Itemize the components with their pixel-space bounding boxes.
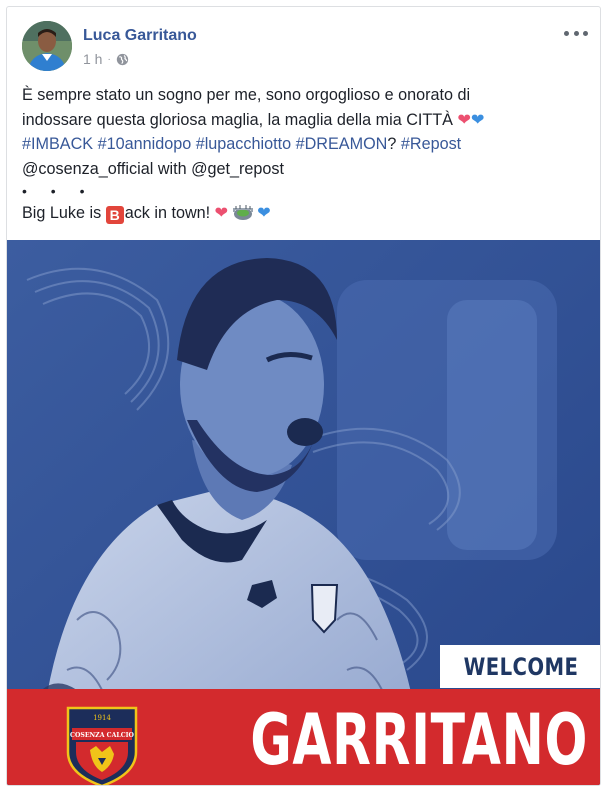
post-image[interactable]: WELCOME GARRITANO 1914 COSENZA CALCIO (7, 240, 600, 785)
dots-line: • • • (22, 183, 95, 199)
mention-line: @cosenza_official with @get_repost (22, 157, 587, 182)
big-luke-line: Big Luke is Back in town! ❤ ❤ (22, 201, 587, 226)
meta-separator: · (107, 53, 111, 65)
crest-year: 1914 (93, 714, 111, 722)
text-line-1: È sempre stato un sogno per me, sono org… (22, 86, 471, 104)
text-line: indossare questa gloriosa maglia, la mag… (22, 108, 587, 133)
post-header: Luca Garritano 1 h · (22, 21, 590, 71)
b-button-icon: B (105, 206, 124, 224)
hashtag-suffix: ? (387, 135, 397, 153)
text-line-2: indossare questa gloriosa maglia, la mag… (22, 110, 453, 129)
more-dot (573, 30, 579, 36)
crest-name: COSENZA CALCIO (70, 732, 135, 739)
welcome-banner: WELCOME (440, 645, 600, 688)
blue-heart-icon: ❤ (257, 204, 271, 222)
hashtag-link[interactable]: #DREAMON (296, 135, 388, 153)
avatar-photo (22, 21, 72, 71)
cosenza-calcio-crest: 1914 COSENZA CALCIO (66, 706, 138, 785)
more-options-button[interactable] (564, 25, 588, 41)
author-name[interactable]: Luca Garritano (83, 27, 197, 45)
post-meta: 1 h · (83, 51, 129, 67)
post-text: È sempre stato un sogno per me, sono org… (22, 83, 587, 226)
post-card: Luca Garritano 1 h · È sempre stato un s… (6, 6, 601, 786)
text-line: È sempre stato un sogno per me, sono org… (22, 83, 587, 108)
hashtag-link[interactable]: #IMBACK (22, 135, 93, 153)
repost-hashtag-link[interactable]: #Repost (401, 135, 461, 153)
mention-text: @cosenza_official with @get_repost (22, 159, 285, 178)
stadium-icon (232, 205, 253, 220)
big-luke-suffix: ack in town! (124, 204, 211, 222)
more-options-icon (564, 30, 569, 36)
hashtag-link[interactable]: #lupacchiotto (196, 135, 291, 153)
hashtag-line: #IMBACK #10annidopo #lupacchiotto #DREAM… (22, 132, 587, 157)
pink-heart-icon: ❤ (457, 110, 472, 129)
welcome-text: WELCOME (463, 652, 579, 681)
blue-heart-icon: ❤ (471, 110, 485, 129)
hashtag-link[interactable]: #10annidopo (98, 135, 192, 153)
post-time[interactable]: 1 h (83, 51, 102, 67)
globe-icon[interactable] (116, 53, 129, 66)
avatar[interactable] (22, 21, 72, 71)
more-dot (583, 30, 588, 36)
big-luke-prefix: Big Luke is (22, 204, 106, 222)
player-name: GARRITANO (250, 699, 588, 781)
pink-heart-icon: ❤ (214, 204, 229, 222)
